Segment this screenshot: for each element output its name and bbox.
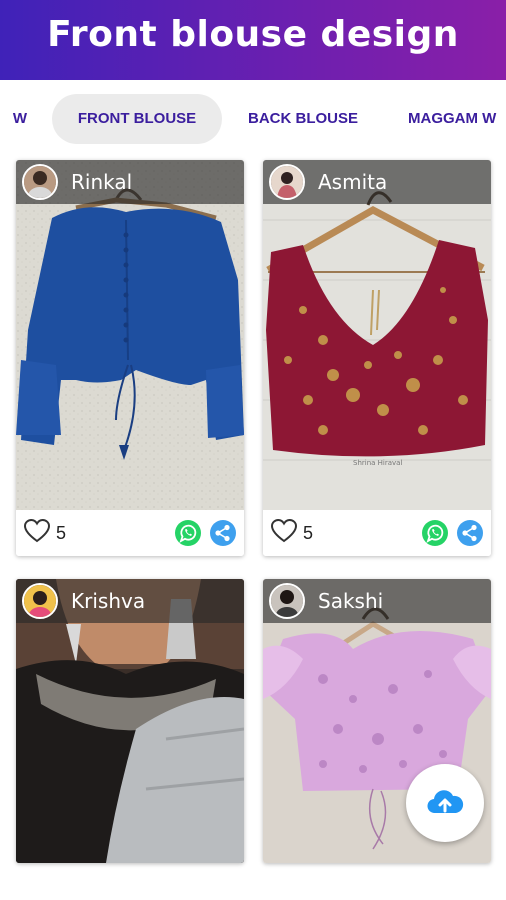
tab-maggam[interactable]: MAGGAM W [408,94,506,144]
avatar[interactable] [22,164,58,200]
like-count: 5 [303,523,314,543]
post-card[interactable]: Krishva [16,579,244,863]
post-photo[interactable] [16,160,244,510]
share-icon[interactable] [209,519,237,547]
heart-outline-icon[interactable] [271,519,297,543]
post-card[interactable]: Shrina Hiraval Asmita 5 [263,160,491,556]
page-title: Front blouse design [47,14,459,55]
post-header: Krishva [16,579,244,623]
username[interactable]: Krishva [71,579,145,623]
cloud-upload-icon [427,790,464,814]
username[interactable]: Asmita [318,160,387,204]
tab-front-blouse[interactable]: FRONT BLOUSE [52,94,222,144]
post-header: Sakshi [263,579,491,623]
whatsapp-icon[interactable] [421,519,449,547]
post-actions: 5 [16,510,244,556]
tab-w[interactable]: W [10,94,30,144]
app-header: Front blouse design [0,0,506,80]
post-header: Rinkal [16,160,244,204]
upload-button[interactable] [406,764,484,842]
like-count: 5 [56,523,67,543]
avatar[interactable] [269,164,305,200]
svg-text:Shrina Hiraval: Shrina Hiraval [353,459,402,467]
whatsapp-icon[interactable] [174,519,202,547]
username[interactable]: Sakshi [318,579,383,623]
tab-back-blouse[interactable]: BACK BLOUSE [238,94,368,144]
post-card[interactable]: Rinkal 5 [16,160,244,556]
username[interactable]: Rinkal [71,160,132,204]
post-header: Asmita [263,160,491,204]
category-tabs[interactable]: W FRONT BLOUSE BACK BLOUSE MAGGAM W [0,80,506,160]
post-actions: 5 [263,510,491,556]
heart-outline-icon[interactable] [24,519,50,543]
share-icon[interactable] [456,519,484,547]
avatar[interactable] [269,583,305,619]
avatar[interactable] [22,583,58,619]
post-photo[interactable]: Shrina Hiraval [263,160,491,510]
